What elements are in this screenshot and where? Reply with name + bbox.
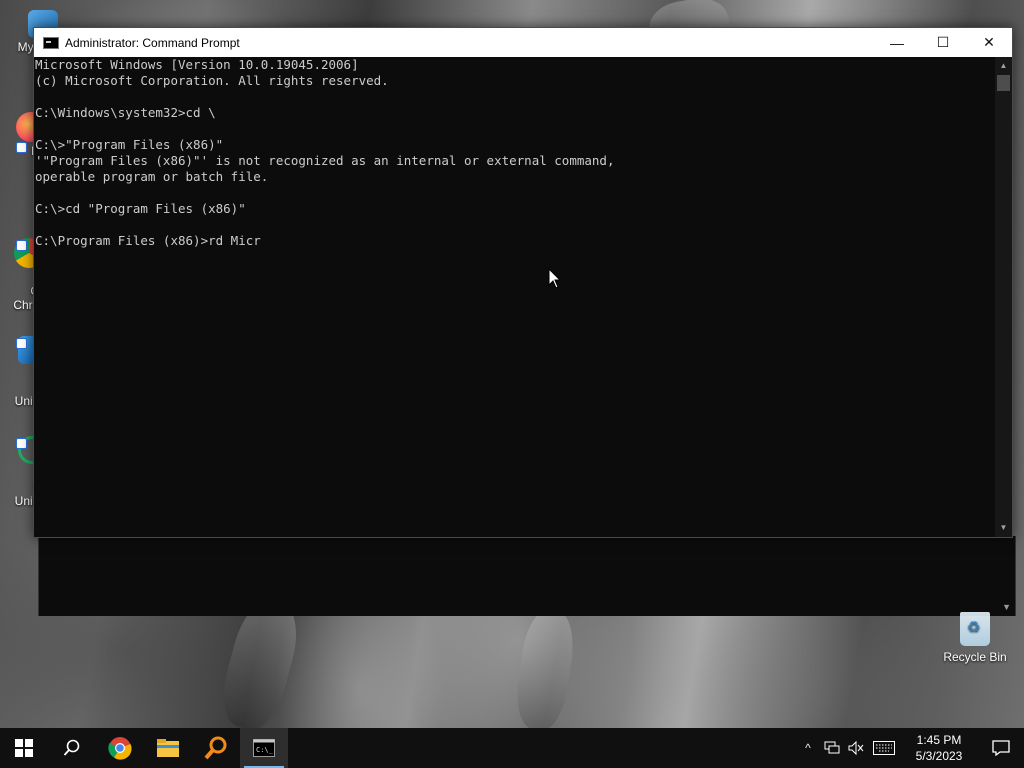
- terminal-line: C:\>"Program Files (x86)": [35, 137, 224, 152]
- terminal-line: operable program or batch file.: [35, 169, 269, 184]
- volume-muted-icon[interactable]: [844, 728, 868, 768]
- chevron-down-icon: ▼: [1002, 602, 1011, 612]
- keyboard-icon[interactable]: [868, 728, 900, 768]
- window-titlebar[interactable]: Administrator: Command Prompt — ☐ ✕: [34, 28, 1012, 57]
- system-tray: ^ 1:45 PM 5/3/2023: [796, 728, 1024, 768]
- terminal-line: '"Program Files (x86)"' is not recognize…: [35, 153, 615, 168]
- network-icon[interactable]: [820, 728, 844, 768]
- taskbar: C:\_ ^ 1:45 PM 5/3/2023: [0, 728, 1024, 768]
- taskbar-command-prompt-button[interactable]: C:\_: [240, 728, 288, 768]
- desktop-icon-recycle-bin[interactable]: Recycle Bin: [940, 612, 1010, 664]
- command-prompt-window[interactable]: Administrator: Command Prompt — ☐ ✕ Micr…: [33, 27, 1013, 538]
- scroll-down-arrow-icon[interactable]: ▼: [995, 521, 1012, 535]
- scroll-thumb[interactable]: [997, 75, 1010, 91]
- maximize-button[interactable]: ☐: [920, 28, 966, 57]
- svg-text:C:\_: C:\_: [256, 746, 274, 754]
- desktop-icon-label: Recycle Bin: [943, 650, 1007, 664]
- taskbar-magnifier-app-button[interactable]: [192, 728, 240, 768]
- windows-logo-icon: [15, 739, 33, 757]
- magnifier-icon: [204, 736, 227, 760]
- folder-icon: [157, 739, 179, 757]
- cmd-app-icon: [43, 36, 59, 49]
- scroll-up-arrow-icon[interactable]: ▲: [995, 59, 1012, 73]
- vertical-scrollbar[interactable]: ▲ ▼: [995, 57, 1012, 537]
- chrome-icon: [108, 737, 132, 760]
- shortcut-arrow-icon: [16, 240, 27, 251]
- clock-time: 1:45 PM: [916, 733, 962, 747]
- wallpaper-streak: [511, 607, 579, 733]
- taskbar-file-explorer-button[interactable]: [144, 728, 192, 768]
- mouse-pointer-icon: [548, 268, 562, 289]
- window-title: Administrator: Command Prompt: [65, 35, 240, 50]
- shortcut-arrow-icon: [16, 142, 27, 153]
- minimize-button[interactable]: —: [874, 28, 920, 57]
- terminal-line: C:\Program Files (x86)>rd Micr: [35, 233, 261, 248]
- window-remnant: ▼: [38, 536, 1016, 616]
- shortcut-arrow-icon: [16, 438, 27, 449]
- terminal-line: (c) Microsoft Corporation. All rights re…: [35, 73, 389, 88]
- terminal-line: C:\>cd "Program Files (x86)": [35, 201, 246, 216]
- cmd-icon: C:\_: [253, 739, 275, 757]
- taskbar-chrome-button[interactable]: [96, 728, 144, 768]
- terminal-line: Microsoft Windows [Version 10.0.19045.20…: [35, 57, 359, 72]
- notification-center-button[interactable]: [978, 728, 1024, 768]
- remnant-scrollbar: ▼: [998, 536, 1015, 616]
- close-button[interactable]: ✕: [966, 28, 1012, 57]
- search-icon: [63, 739, 80, 756]
- shortcut-arrow-icon: [16, 338, 27, 349]
- start-button[interactable]: [0, 728, 48, 768]
- recycle-bin-icon: [960, 612, 990, 646]
- terminal-output[interactable]: Microsoft Windows [Version 10.0.19045.20…: [34, 57, 995, 537]
- search-button[interactable]: [48, 728, 96, 768]
- taskbar-clock[interactable]: 1:45 PM 5/3/2023: [900, 732, 978, 764]
- terminal-line: C:\Windows\system32>cd \: [35, 105, 216, 120]
- chevron-up-icon[interactable]: ^: [796, 728, 820, 768]
- notification-icon: [992, 740, 1010, 756]
- clock-date: 5/3/2023: [915, 749, 963, 763]
